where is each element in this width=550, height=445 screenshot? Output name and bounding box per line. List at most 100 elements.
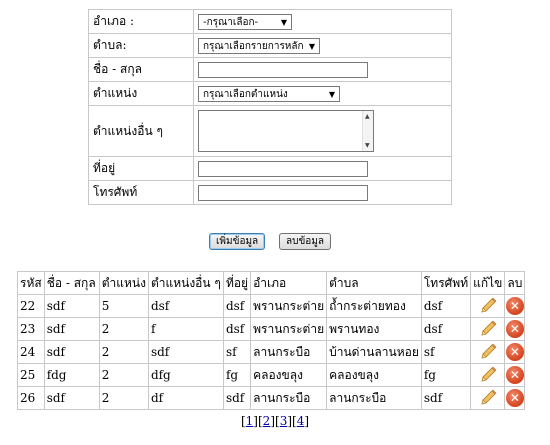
other-position-textarea[interactable]: ▲ ▼ (198, 110, 374, 152)
column-header: อำเภอ (250, 271, 328, 295)
table-row: 22 sdf 5 dsf dsf พรานกระต่าย ถ้ำกระต่ายทอง dsf ✕ (17, 294, 526, 318)
cell-tambon: พรานทอง (326, 317, 422, 341)
delete-data-button[interactable]: ลบข้อมูล (279, 233, 332, 250)
column-header: ชื่อ - สกุล (43, 271, 100, 295)
name-input[interactable] (198, 61, 368, 78)
cell-id: 22 (17, 294, 45, 318)
table-row: 24 sdf 2 sdf sf ลานกระบือ บ้านด่านลานหอย sf ✕ (17, 340, 526, 364)
cell-position: 2 (98, 317, 149, 341)
position-select[interactable]: กรุณาเลือกตำแหน่ง ▼ (198, 85, 340, 102)
phone-label: โทรศัพท์ (88, 180, 194, 205)
cell-address: dsf (222, 294, 252, 318)
cell-other: sdf (147, 340, 224, 364)
cell-name: fdg (43, 363, 100, 387)
scroll-down-icon[interactable]: ▼ (365, 142, 370, 149)
cell-tambon: บ้านด่านลานหอย (326, 340, 422, 364)
column-header: ตำแหน่งอื่น ๆ (147, 271, 224, 295)
cell-position: 5 (98, 294, 149, 318)
records-table: รหัส ชื่อ - สกุล ตำแหน่ง ตำแหน่งอื่น ๆ ท… (17, 271, 526, 410)
cell-phone: dsf (420, 294, 472, 318)
column-header: แก้ไข (470, 271, 506, 295)
pencil-icon[interactable] (479, 343, 497, 361)
pencil-icon[interactable] (479, 297, 497, 315)
cell-tambon: คลองขลุง (326, 363, 422, 387)
entry-form: อำเภอ : -กรุณาเลือก- ▼ ตำบล: กรุณาเลือกร… (88, 9, 452, 205)
cell-position: 2 (98, 340, 149, 364)
delete-cell: ✕ (504, 340, 526, 364)
cell-amphoe: ลานกระบือ (250, 386, 328, 410)
table-header-row: รหัส ชื่อ - สกุล ตำแหน่ง ตำแหน่งอื่น ๆ ท… (17, 271, 526, 295)
tambon-label: ตำบล: (88, 33, 194, 58)
cell-address: sf (222, 340, 252, 364)
column-header: โทรศัพท์ (420, 271, 472, 295)
cell-other: dsf (147, 294, 224, 318)
cell-name: sdf (43, 386, 100, 410)
cell-name: sdf (43, 294, 100, 318)
cell-phone: sf (420, 340, 472, 364)
delete-cell: ✕ (504, 294, 526, 318)
phone-input[interactable] (198, 184, 368, 201)
amphoe-label: อำเภอ : (88, 9, 194, 34)
edit-cell (470, 317, 506, 341)
cell-id: 25 (17, 363, 45, 387)
cell-amphoe: พรานกระต่าย (250, 294, 328, 318)
scroll-up-icon[interactable]: ▲ (365, 113, 370, 120)
amphoe-select[interactable]: -กรุณาเลือก- ▼ (198, 13, 292, 30)
cell-amphoe: พรานกระต่าย (250, 317, 328, 341)
page-link[interactable]: 1 (246, 414, 254, 428)
tambon-select[interactable]: กรุณาเลือกรายการหลัก ▼ (198, 37, 320, 54)
table-row: 25 fdg 2 dfg fg คลองขลุง คลองขลุง fg ✕ (17, 363, 526, 387)
dropdown-arrow-icon: ▼ (280, 17, 287, 27)
cell-address: dsf (222, 317, 252, 341)
delete-icon[interactable]: ✕ (505, 343, 524, 361)
cell-id: 24 (17, 340, 45, 364)
name-label: ชื่อ - สกุล (88, 57, 194, 82)
pencil-icon[interactable] (479, 389, 497, 407)
dropdown-arrow-icon: ▼ (308, 41, 315, 51)
cell-phone: sdf (420, 386, 472, 410)
table-row: 23 sdf 2 f dsf พรานกระต่าย พรานทอง dsf ✕ (17, 317, 526, 341)
pencil-icon[interactable] (479, 366, 497, 384)
textarea-scrollbar[interactable]: ▲ ▼ (362, 111, 373, 151)
pagination: [1][2][3][4] (240, 414, 310, 428)
cell-name: sdf (43, 317, 100, 341)
other-position-label: ตำแหน่งอื่น ๆ (88, 105, 194, 157)
cell-phone: fg (420, 363, 472, 387)
delete-cell: ✕ (504, 317, 526, 341)
address-input[interactable] (198, 160, 368, 177)
delete-icon[interactable]: ✕ (505, 389, 524, 407)
delete-icon[interactable]: ✕ (505, 366, 524, 384)
delete-cell: ✕ (504, 386, 526, 410)
edit-cell (470, 340, 506, 364)
edit-cell (470, 294, 506, 318)
page-link[interactable]: 4 (297, 414, 305, 428)
column-header: ตำบล (326, 271, 422, 295)
cell-id: 26 (17, 386, 45, 410)
delete-icon[interactable]: ✕ (505, 320, 524, 338)
add-button[interactable]: เพิ่มข้อมูล (209, 233, 266, 250)
column-header: รหัส (17, 271, 45, 295)
cell-address: sdf (222, 386, 252, 410)
page-link[interactable]: 3 (280, 414, 288, 428)
table-row: 26 sdf 2 df sdf ลานกระบือ ลานกระบือ sdf ✕ (17, 386, 526, 410)
position-select-value: กรุณาเลือกตำแหน่ง (203, 88, 288, 100)
edit-cell (470, 386, 506, 410)
cell-position: 2 (98, 386, 149, 410)
cell-address: fg (222, 363, 252, 387)
address-label: ที่อยู่ (88, 156, 194, 181)
pencil-icon[interactable] (479, 320, 497, 338)
cell-amphoe: คลองขลุง (250, 363, 328, 387)
dropdown-arrow-icon: ▼ (328, 89, 335, 99)
cell-id: 23 (17, 317, 45, 341)
cell-other: df (147, 386, 224, 410)
edit-cell (470, 363, 506, 387)
amphoe-select-value: -กรุณาเลือก- (203, 16, 259, 28)
cell-tambon: ลานกระบือ (326, 386, 422, 410)
cell-other: dfg (147, 363, 224, 387)
cell-other: f (147, 317, 224, 341)
delete-icon[interactable]: ✕ (505, 297, 524, 315)
column-header: ลบ (504, 271, 526, 295)
position-label: ตำแหน่ง (88, 81, 194, 106)
column-header: ตำแหน่ง (98, 271, 149, 295)
page-link[interactable]: 2 (263, 414, 271, 428)
